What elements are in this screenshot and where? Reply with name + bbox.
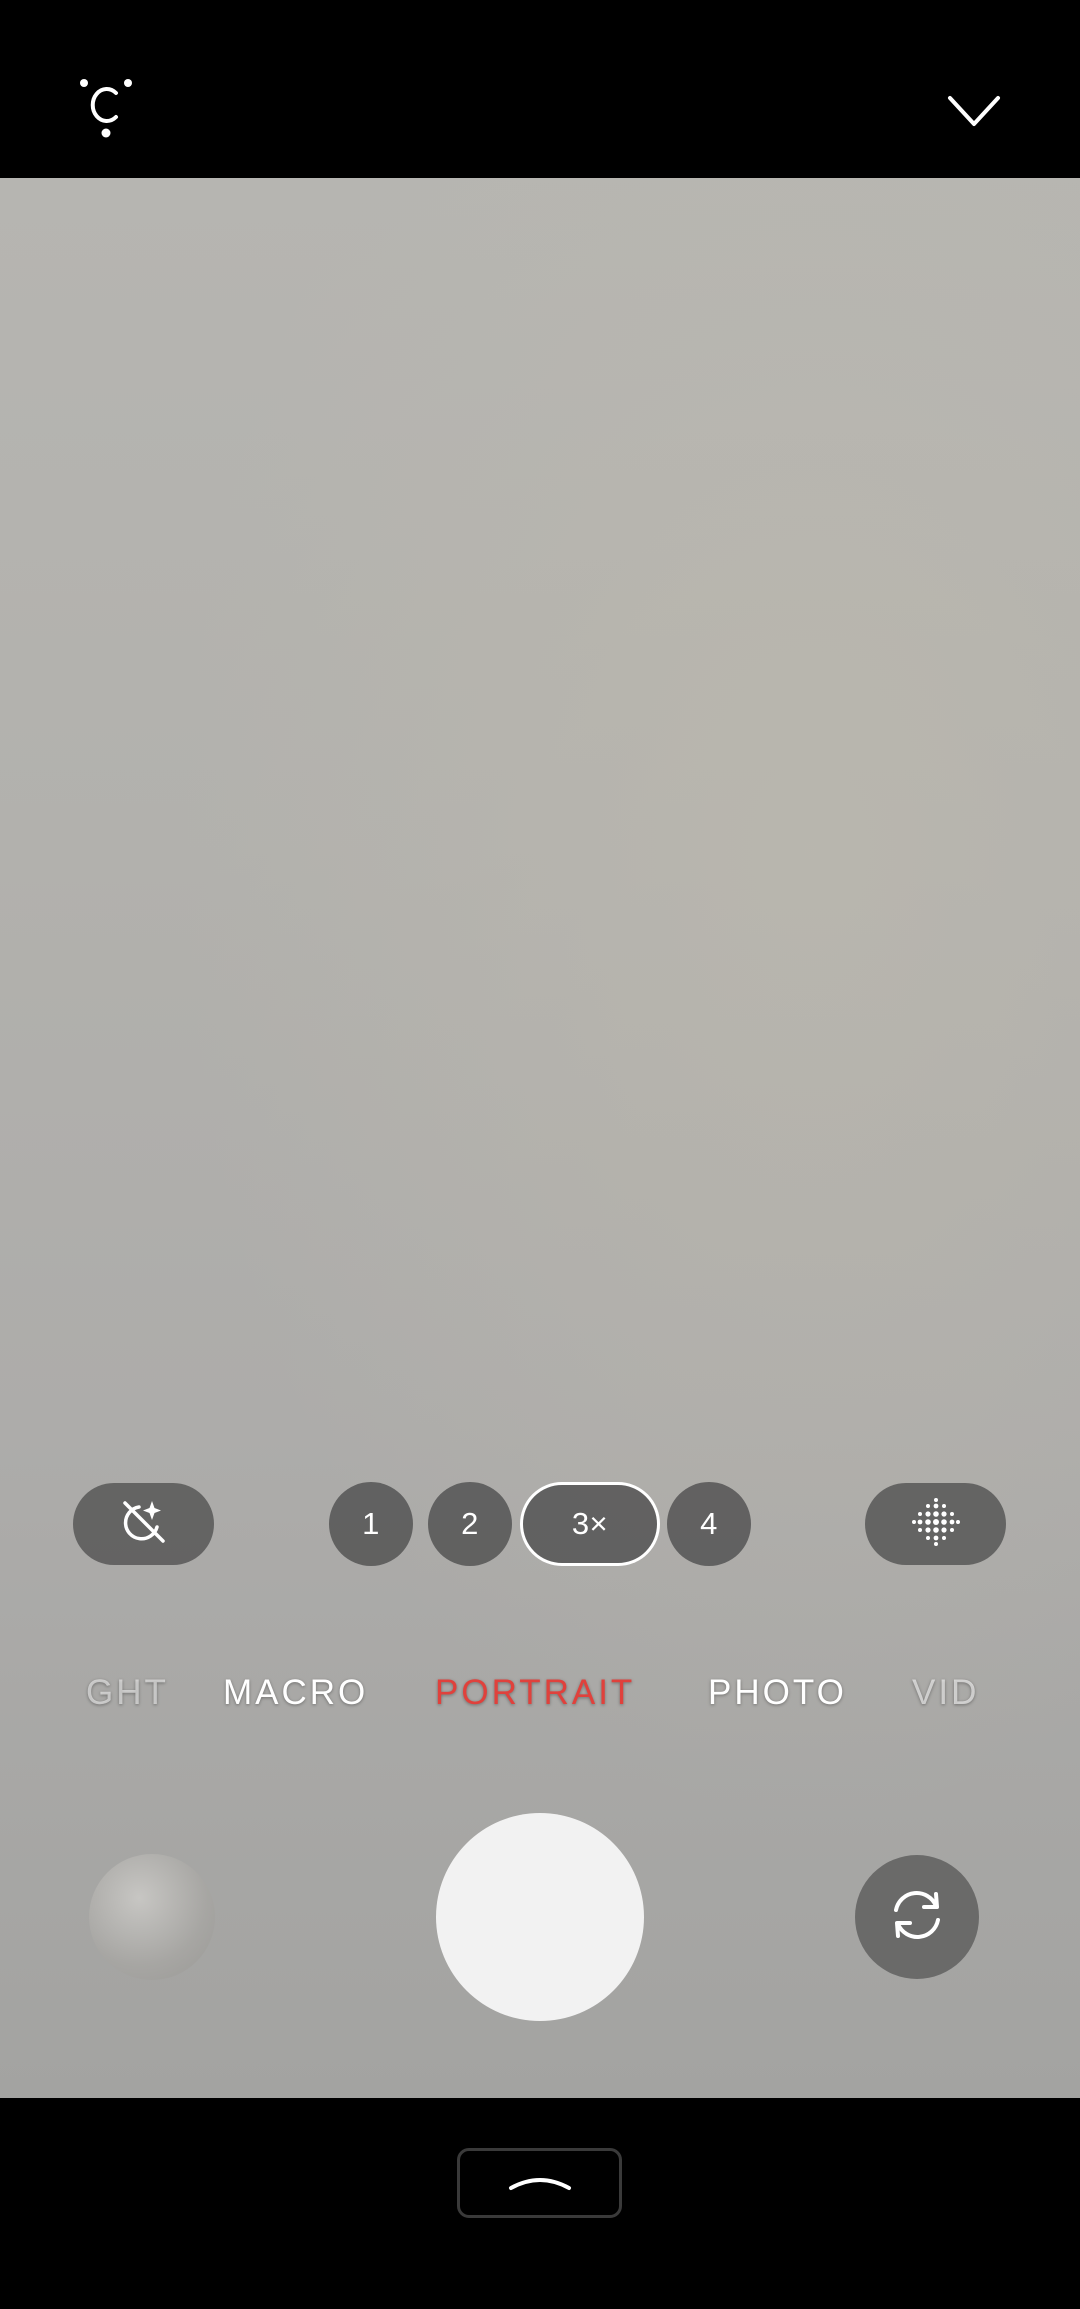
top-bar [0,0,1080,178]
filters-button[interactable] [865,1483,1006,1565]
zoom-2x-button[interactable]: 2 [428,1482,512,1566]
expand-settings-button[interactable] [934,78,1014,148]
filter-dots-icon [910,1496,962,1553]
zoom-label: 2 [461,1506,479,1541]
ai-camera-button[interactable] [66,70,146,150]
zoom-4x-button[interactable]: 4 [667,1482,751,1566]
zoom-label: 1 [362,1506,380,1541]
ai-camera-icon [78,77,134,144]
chevron-down-icon [947,94,1001,133]
auto-enhance-off-icon [119,1497,169,1552]
camera-app: 1 2 3× 4 GHT MACRO PORTRAIT PHOTO VID [0,0,1080,2309]
mode-portrait-selected[interactable]: PORTRAIT [435,1668,635,1718]
switch-camera-button[interactable] [855,1855,979,1979]
viewfinder[interactable] [0,178,1080,2098]
mode-night[interactable]: GHT [86,1668,169,1718]
gallery-thumbnail[interactable] [89,1854,215,1980]
zoom-3x-button-selected[interactable]: 3× [520,1482,660,1566]
chevron-up-icon [507,2170,573,2197]
shutter-button[interactable] [436,1813,644,2021]
zoom-1x-button[interactable]: 1 [329,1482,413,1566]
nav-handle-button[interactable] [457,2148,622,2218]
zoom-label: 4 [700,1506,718,1541]
mode-video[interactable]: VID [912,1668,979,1718]
mode-macro[interactable]: MACRO [223,1668,368,1718]
auto-enhance-toggle[interactable] [73,1483,214,1565]
zoom-label: 3× [571,1506,609,1541]
switch-camera-icon [886,1884,948,1951]
mode-photo[interactable]: PHOTO [708,1668,847,1718]
